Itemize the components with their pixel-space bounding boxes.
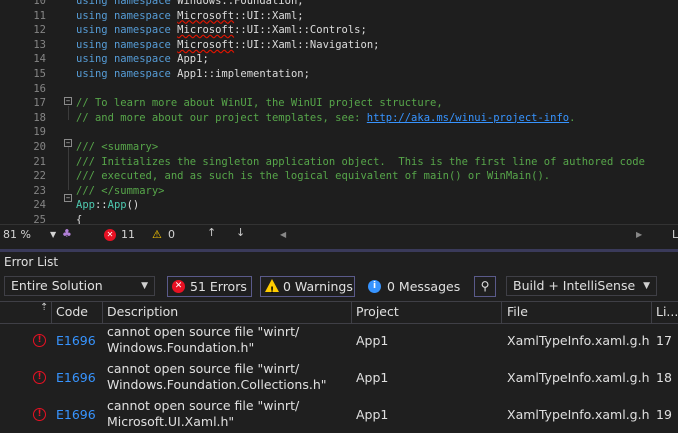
error-list-header: ⇡ Code Description Project File Li... bbox=[0, 301, 678, 324]
chevron-down-icon: ▼ bbox=[643, 281, 650, 291]
editor-status-bar: 81 % ▼ ♣ ✕ 11 ⚠ 0 ↑ ↓ ◀ ▶ L bbox=[0, 224, 678, 245]
build-filter-value: Build + IntelliSense bbox=[513, 278, 636, 293]
warning-icon: ! bbox=[265, 279, 279, 296]
error-project: App1 bbox=[356, 370, 389, 385]
error-icon: ✕ bbox=[172, 280, 185, 293]
line-number: 14 bbox=[33, 53, 46, 66]
line-indicator: L bbox=[672, 228, 678, 241]
previous-issue-icon[interactable]: ↑ bbox=[207, 226, 216, 239]
intellicode-icon[interactable]: ♣ bbox=[62, 227, 72, 240]
fold-toggle-icon[interactable]: − bbox=[64, 139, 72, 147]
error-project: App1 bbox=[356, 333, 389, 348]
error-file: XamlTypeInfo.xaml.g.h bbox=[507, 333, 650, 348]
error-count[interactable]: 11 bbox=[121, 228, 135, 241]
warning-count[interactable]: 0 bbox=[168, 228, 175, 241]
code-line[interactable]: using namespace Microsoft::UI::Xaml::Nav… bbox=[76, 38, 379, 52]
line-number: 25 bbox=[33, 214, 46, 224]
line-number: 16 bbox=[33, 82, 46, 95]
code-line[interactable]: /// <summary> bbox=[76, 140, 158, 154]
errors-filter-button[interactable]: ✕ 51 Errors bbox=[167, 276, 252, 297]
scope-dropdown-value: Entire Solution bbox=[11, 278, 103, 293]
error-list-title-bar: Error List bbox=[0, 252, 678, 272]
table-row[interactable]: ! E1696 cannot open source file "winrt/Mic… bbox=[0, 396, 678, 433]
panel-title: Error List bbox=[4, 255, 59, 269]
code-line[interactable]: // To learn more about WinUI, the WinUI … bbox=[76, 96, 443, 110]
error-icon: ! bbox=[33, 408, 46, 421]
code-line[interactable]: using namespace App1::implementation; bbox=[76, 67, 310, 81]
code-line[interactable]: App::App() bbox=[76, 198, 139, 212]
error-icon: ! bbox=[33, 334, 46, 347]
code-editor[interactable]: − − − 10 using namespace Windows::Foundat… bbox=[0, 0, 678, 224]
indent-guide bbox=[68, 147, 69, 190]
error-description-cont: Microsoft.UI.Xaml.h" bbox=[107, 414, 235, 429]
line-number: 17 bbox=[33, 97, 46, 110]
indent-guide bbox=[68, 106, 69, 120]
error-file: XamlTypeInfo.xaml.g.h bbox=[507, 370, 650, 385]
messages-filter-button[interactable]: i 0 Messages bbox=[364, 276, 464, 297]
next-issue-icon[interactable]: ↓ bbox=[236, 226, 245, 239]
warning-count-icon[interactable]: ⚠ bbox=[152, 228, 162, 241]
warnings-filter-label: 0 Warnings bbox=[283, 279, 353, 294]
scope-dropdown[interactable]: Entire Solution ▼ bbox=[4, 276, 155, 296]
line-number: 10 bbox=[33, 0, 46, 7]
messages-filter-label: 0 Messages bbox=[387, 279, 461, 294]
code-line[interactable]: using namespace Windows::Foundation; bbox=[76, 0, 304, 8]
column-file[interactable]: File bbox=[507, 304, 528, 319]
code-line[interactable]: /// </summary> bbox=[76, 184, 165, 198]
table-row[interactable]: ! E1696 cannot open source file "winrt/Win… bbox=[0, 322, 678, 359]
scroll-left-icon[interactable]: ◀ bbox=[280, 230, 286, 239]
line-number: 23 bbox=[33, 184, 46, 197]
zoom-dropdown-icon[interactable]: ▼ bbox=[50, 230, 56, 239]
line-number: 13 bbox=[33, 38, 46, 51]
line-number: 19 bbox=[33, 126, 46, 139]
error-icon: ! bbox=[33, 371, 46, 384]
code-line[interactable]: /// executed, and as such is the logical… bbox=[76, 169, 550, 183]
table-row[interactable]: ! E1696 cannot open source file "winrt/Win… bbox=[0, 359, 678, 396]
info-icon: i bbox=[368, 280, 381, 293]
code-line[interactable]: using namespace Microsoft::UI::Xaml; bbox=[76, 9, 304, 23]
scroll-right-icon[interactable]: ▶ bbox=[636, 230, 642, 239]
line-number: 11 bbox=[33, 9, 46, 22]
code-line[interactable]: using namespace Microsoft::UI::Xaml::Con… bbox=[76, 23, 367, 37]
error-count-icon[interactable]: ✕ bbox=[104, 229, 116, 241]
line-number: 20 bbox=[33, 141, 46, 153]
sort-icon[interactable]: ⇡ bbox=[40, 302, 48, 313]
error-code-link[interactable]: E1696 bbox=[56, 407, 96, 422]
fold-toggle-icon[interactable]: − bbox=[64, 194, 72, 202]
error-code-link[interactable]: E1696 bbox=[56, 333, 96, 348]
code-line[interactable]: using namespace App1; bbox=[76, 52, 209, 66]
line-number: 15 bbox=[33, 68, 46, 80]
errors-filter-label: 51 Errors bbox=[190, 279, 247, 294]
warnings-filter-button[interactable]: ! 0 Warnings bbox=[260, 276, 355, 297]
line-number: 21 bbox=[33, 155, 46, 168]
error-description-cont: Windows.Foundation.Collections.h" bbox=[107, 377, 327, 392]
error-description: cannot open source file "winrt/ bbox=[107, 361, 300, 376]
code-line[interactable]: // and more about our project templates,… bbox=[76, 111, 575, 125]
error-project: App1 bbox=[356, 407, 389, 422]
error-line: 18 bbox=[656, 370, 672, 385]
error-file: XamlTypeInfo.xaml.g.h bbox=[507, 407, 650, 422]
fold-toggle-icon[interactable]: − bbox=[64, 97, 72, 105]
code-line[interactable]: { bbox=[76, 213, 82, 224]
error-code-link[interactable]: E1696 bbox=[56, 370, 96, 385]
build-filter-dropdown[interactable]: Build + IntelliSense ▼ bbox=[506, 276, 657, 296]
column-code[interactable]: Code bbox=[56, 304, 88, 319]
zoom-level[interactable]: 81 % bbox=[3, 228, 31, 241]
column-description[interactable]: Description bbox=[107, 304, 178, 319]
error-description-cont: Windows.Foundation.h" bbox=[107, 340, 255, 355]
line-number: 22 bbox=[33, 170, 46, 183]
column-project[interactable]: Project bbox=[356, 304, 399, 319]
error-list-toolbar: Entire Solution ▼ ✕ 51 Errors ! 0 Warnin… bbox=[0, 273, 678, 301]
error-description: cannot open source file "winrt/ bbox=[107, 398, 300, 413]
line-number: 18 bbox=[33, 111, 46, 124]
error-line: 19 bbox=[656, 407, 672, 422]
chevron-down-icon: ▼ bbox=[141, 281, 148, 291]
line-number: 12 bbox=[33, 24, 46, 37]
line-number: 24 bbox=[33, 199, 46, 212]
code-line[interactable]: /// Initializes the singleton applicatio… bbox=[76, 155, 645, 169]
column-line[interactable]: Li... bbox=[656, 304, 678, 319]
error-line: 17 bbox=[656, 333, 672, 348]
error-description: cannot open source file "winrt/ bbox=[107, 324, 300, 339]
filter-icon[interactable]: ⚲ bbox=[474, 276, 496, 297]
